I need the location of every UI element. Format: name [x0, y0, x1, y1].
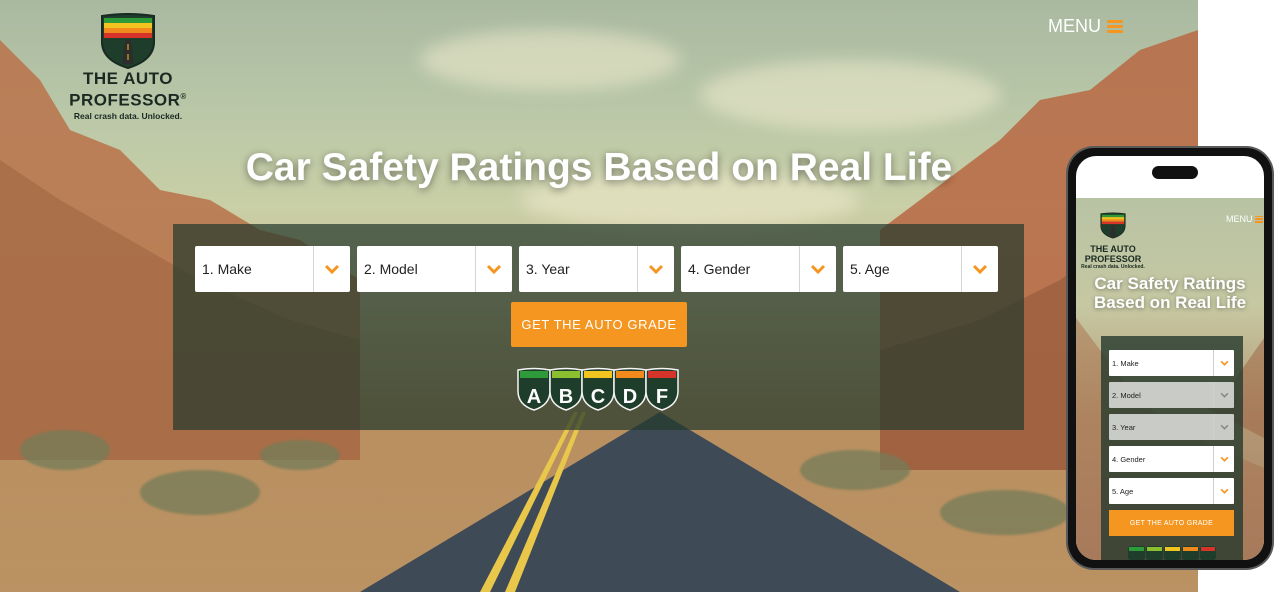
phone-mockup: THE AUTO PROFESSOR Real crash data. Unlo…: [1068, 148, 1272, 568]
road: [360, 412, 960, 592]
gender-select[interactable]: 4. Gender: [681, 246, 836, 292]
shrub: [20, 430, 110, 470]
grade-shield-c: C: [581, 367, 615, 411]
grade-letter-f: F: [656, 386, 668, 408]
shield-logo-icon: [101, 13, 155, 70]
brand-name-line2: PROFESSOR: [69, 90, 181, 110]
mobile-age-label: 5. Age: [1112, 486, 1134, 496]
road-center-lines: [480, 412, 586, 592]
mobile-title-line1: Car Safety Ratings: [1094, 274, 1246, 293]
mobile-hero: THE AUTO PROFESSOR Real crash data. Unlo…: [1076, 198, 1264, 560]
grade-shield-d: D: [613, 367, 647, 411]
shrub: [260, 440, 340, 470]
chevron-down-icon: [1213, 446, 1234, 472]
mobile-search-panel: 1. Make 2. Model 3. Year 4. Gender 5. Ag…: [1101, 336, 1243, 560]
model-select[interactable]: 2. Model: [357, 246, 512, 292]
chevron-down-icon: [1213, 382, 1234, 408]
grade-letter-a: A: [527, 386, 541, 408]
cloud: [420, 30, 680, 90]
chevron-down-icon: [1213, 414, 1234, 440]
menu-label: MENU: [1048, 16, 1101, 36]
age-select[interactable]: 5. Age: [843, 246, 998, 292]
mobile-get-auto-grade-button[interactable]: GET THE AUTO GRADE: [1109, 510, 1234, 536]
get-auto-grade-button[interactable]: GET THE AUTO GRADE: [511, 302, 687, 347]
vehicle-search-panel: 1. Make 2. Model 3. Year 4. Gender 5. Ag…: [173, 224, 1024, 430]
mobile-year-select[interactable]: 3. Year: [1109, 414, 1234, 440]
brand-logo[interactable]: THE AUTO PROFESSOR® Real crash data. Unl…: [62, 12, 194, 121]
registered-mark: ®: [180, 92, 187, 101]
mobile-title-line2: Based on Real Life: [1093, 293, 1247, 312]
mobile-menu-button[interactable]: MENU: [1226, 214, 1263, 224]
grade-shield-f: F: [645, 367, 679, 411]
shrub: [140, 470, 260, 515]
chevron-down-icon: [799, 246, 836, 292]
hero-title: Car Safety Ratings Based on Real Life: [245, 146, 953, 189]
mobile-brand-name-line2: PROFESSOR: [1084, 254, 1142, 264]
model-select-label: 2. Model: [364, 261, 418, 277]
grade-shields: A B C D F: [517, 367, 679, 411]
phone-notch: [1152, 166, 1198, 179]
make-select-label: 1. Make: [202, 261, 252, 277]
mobile-grade-shields: [1128, 546, 1216, 560]
chevron-down-icon: [1213, 350, 1234, 376]
mobile-menu-label: MENU: [1226, 214, 1253, 224]
menu-button[interactable]: MENU: [1048, 16, 1123, 37]
mobile-model-select[interactable]: 2. Model: [1109, 382, 1234, 408]
chevron-down-icon: [1213, 478, 1234, 504]
mobile-brand-logo[interactable]: THE AUTO PROFESSOR Real crash data. Unlo…: [1080, 212, 1146, 270]
mobile-model-label: 2. Model: [1112, 390, 1141, 400]
year-select-label: 3. Year: [526, 261, 570, 277]
hamburger-icon: [1254, 215, 1263, 223]
gender-select-label: 4. Gender: [688, 261, 751, 277]
mobile-make-label: 1. Make: [1112, 358, 1139, 368]
grade-letter-b: B: [559, 386, 573, 408]
brand-name-line2-wrap: PROFESSOR®: [62, 88, 194, 110]
hamburger-icon: [1107, 20, 1123, 33]
grade-letter-d: D: [623, 386, 637, 408]
mobile-year-label: 3. Year: [1112, 422, 1136, 432]
grade-shield-b: B: [549, 367, 583, 411]
grade-shield-a: A: [517, 367, 551, 411]
age-select-label: 5. Age: [850, 261, 890, 277]
grade-letter-c: C: [591, 386, 605, 408]
mobile-hero-title: Car Safety Ratings Based on Real Life: [1076, 274, 1264, 312]
shield-logo-icon: [1100, 212, 1126, 239]
year-select[interactable]: 3. Year: [519, 246, 674, 292]
desktop-hero: THE AUTO PROFESSOR® Real crash data. Unl…: [0, 0, 1198, 592]
chevron-down-icon: [637, 246, 674, 292]
mobile-brand-tagline: Real crash data. Unlocked.: [1081, 264, 1145, 270]
chevron-down-icon: [475, 246, 512, 292]
chevron-down-icon: [961, 246, 998, 292]
make-select[interactable]: 1. Make: [195, 246, 350, 292]
brand-name-line1: THE AUTO: [83, 69, 173, 88]
brand-tagline: Real crash data. Unlocked.: [73, 110, 183, 121]
mobile-make-select[interactable]: 1. Make: [1109, 350, 1234, 376]
phone-screen: THE AUTO PROFESSOR Real crash data. Unlo…: [1076, 156, 1264, 560]
chevron-down-icon: [313, 246, 350, 292]
mobile-age-select[interactable]: 5. Age: [1109, 478, 1234, 504]
mobile-gender-select[interactable]: 4. Gender: [1109, 446, 1234, 472]
mobile-gender-label: 4. Gender: [1112, 454, 1146, 464]
mobile-brand-name-line1: THE AUTO: [1090, 244, 1136, 254]
